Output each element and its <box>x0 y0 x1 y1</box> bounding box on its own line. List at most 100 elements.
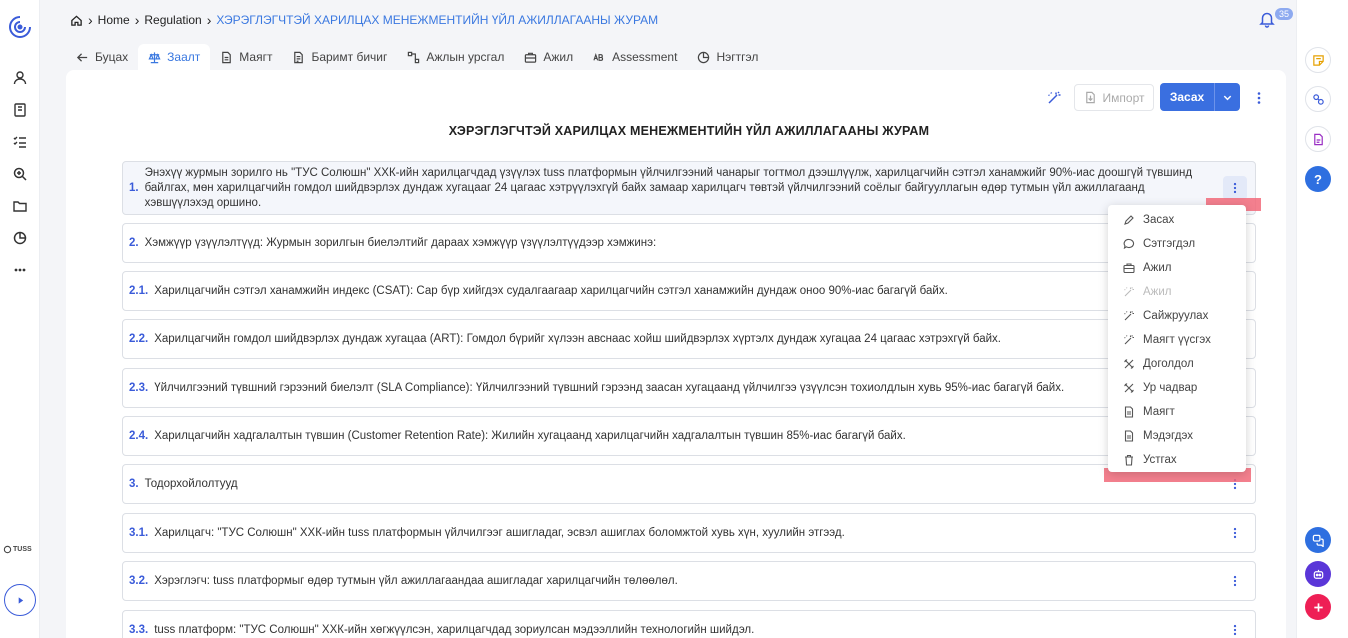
plus-icon <box>1313 602 1323 612</box>
menu-item-form[interactable]: Маягт <box>1108 400 1246 424</box>
tab-label: Буцах <box>95 50 129 64</box>
menu-item-label: Маягт <box>1143 406 1175 418</box>
brand-name: TUSS <box>13 546 32 553</box>
item-text: Энэхүү журмын зорилго нь "ТУС Солюшн" ХХ… <box>144 166 1193 209</box>
add-button[interactable] <box>1305 594 1331 620</box>
list-item[interactable]: 2.2. Харилцагчийн гомдол шийдвэрлэх дунд… <box>122 319 1256 359</box>
menu-item-improve[interactable]: Сайжруулах <box>1108 304 1246 328</box>
breadcrumb-current: ХЭРЭГЛЭГЧТЭЙ ХАРИЛЦАХ МЕНЕЖМЕНТИЙН ҮЙЛ А… <box>216 13 659 27</box>
play-icon <box>18 596 23 604</box>
tab-tasks[interactable]: Ажил <box>514 44 583 70</box>
menu-item-label: Ажил <box>1143 262 1172 274</box>
list-item[interactable]: 1. Энэхүү журмын зорилго нь "ТУС Солюшн"… <box>122 161 1256 215</box>
chevron-right-icon: › <box>206 12 212 28</box>
magic-wand-icon[interactable] <box>1046 90 1062 106</box>
item-more-button[interactable] <box>1223 569 1247 593</box>
notification-count-badge: 35 <box>1275 8 1294 20</box>
breadcrumb-section[interactable]: Regulation <box>144 13 201 27</box>
item-number: 3.2. <box>129 574 149 587</box>
menu-item-create-form[interactable]: Маягт үүсгэх <box>1108 328 1246 352</box>
tab-back[interactable]: Буцах <box>66 44 138 70</box>
left-sidebar: TUSS <box>0 0 40 638</box>
chart-pie-icon[interactable] <box>12 230 28 246</box>
bell-icon[interactable] <box>1258 10 1276 28</box>
checklist-icon[interactable] <box>12 134 28 150</box>
chevron-right-icon: › <box>134 12 140 28</box>
item-text: Харилцагчийн гомдол шийдвэрлэх дундаж ху… <box>154 332 1001 345</box>
link-icon <box>1312 93 1324 105</box>
menu-item-label: Ур чадвар <box>1143 382 1198 394</box>
more-vertical-icon[interactable] <box>1251 90 1267 106</box>
breadcrumb-home[interactable]: Home <box>98 13 130 27</box>
menu-item-label: Сэтгэгдэл <box>1143 238 1196 250</box>
more-vertical-icon <box>1233 575 1237 587</box>
tab-label: Заалт <box>167 50 201 64</box>
tab-zaalt[interactable]: Заалт <box>138 44 211 70</box>
item-text: Үйлчилгээний түвшний гэрээний биелэлт (S… <box>154 381 1065 394</box>
list-item[interactable]: 3. Тодорхойлолтууд <box>122 464 1256 504</box>
help-button[interactable]: ? <box>1305 166 1331 192</box>
more-vertical-icon <box>1233 527 1237 539</box>
home-icon[interactable] <box>70 14 83 27</box>
list-item[interactable]: 2. Хэмжүүр үзүүлэлтүүд: Журмын зорилгын … <box>122 223 1256 263</box>
book-icon[interactable] <box>12 102 28 118</box>
menu-item-label: Сайжруулах <box>1143 310 1209 322</box>
tab-assessment[interactable]: Assessment <box>583 44 687 70</box>
import-button[interactable]: Импорт <box>1074 84 1154 111</box>
menu-item-label: Доголдол <box>1143 358 1194 370</box>
menu-item-task[interactable]: Ажил <box>1108 256 1246 280</box>
tools-icon <box>1124 359 1134 369</box>
chevron-down-icon[interactable] <box>1215 92 1240 103</box>
item-text: Хэрэглэгч: tuss платформыг өдөр тутмын ү… <box>154 574 678 587</box>
tab-workflow[interactable]: Ажлын урсгал <box>397 44 514 70</box>
magic-wand-icon <box>1124 335 1134 345</box>
scale-icon <box>148 51 161 63</box>
menu-item-edit[interactable]: Засах <box>1108 208 1246 232</box>
item-number: 2.4. <box>129 429 149 442</box>
chevron-right-icon: › <box>88 12 93 28</box>
more-horizontal-icon[interactable] <box>12 262 28 278</box>
robot-button[interactable] <box>1305 561 1331 587</box>
more-vertical-icon <box>1233 624 1237 636</box>
document-import-icon <box>1085 91 1095 104</box>
comment-icon <box>1123 238 1135 250</box>
list-item[interactable]: 3.1. Харилцагч: "ТУС Солюшн" ХХК-ийн tus… <box>122 513 1256 553</box>
item-number: 1. <box>129 181 139 194</box>
file-pdf-icon <box>1313 133 1323 145</box>
menu-item-notify[interactable]: Мэдэгдэх <box>1108 424 1246 448</box>
list-item[interactable]: 3.3. tuss платформ: "ТУС Солюшн" ХХК-ийн… <box>122 610 1256 638</box>
list-item[interactable]: 2.4. Харилцагчийн хадгалалтын түвшин (Cu… <box>122 416 1256 456</box>
menu-item-comment[interactable]: Сэтгэгдэл <box>1108 232 1246 256</box>
notes-button[interactable] <box>1305 47 1331 73</box>
pdf-button[interactable] <box>1305 126 1331 152</box>
tab-form[interactable]: Маягт <box>210 44 282 70</box>
document-icon <box>1124 430 1134 442</box>
tab-label: Ажил <box>543 50 574 64</box>
tab-documents[interactable]: Баримт бичиг <box>282 44 397 70</box>
abc-icon <box>593 52 604 61</box>
robot-icon <box>1313 569 1323 579</box>
expand-sidebar-button[interactable] <box>4 584 36 616</box>
item-number: 3.1. <box>129 526 149 539</box>
menu-item-delete[interactable]: Устгах <box>1108 448 1246 472</box>
list-item[interactable]: 3.2. Хэрэглэгч: tuss платформыг өдөр тут… <box>122 561 1256 601</box>
item-more-button[interactable] <box>1223 521 1247 545</box>
item-text: tuss платформ: "ТУС Солюшн" ХХК-ийн хөгж… <box>154 623 755 636</box>
edit-button[interactable]: Засах <box>1160 83 1240 111</box>
item-more-button[interactable] <box>1223 176 1247 200</box>
menu-item-defect[interactable]: Доголдол <box>1108 352 1246 376</box>
tab-summary[interactable]: Нэгтгэл <box>687 44 768 70</box>
list-item[interactable]: 2.1. Харилцагчийн сэтгэл ханамжийн индек… <box>122 271 1256 311</box>
link-button[interactable] <box>1305 86 1331 112</box>
tools-icon <box>1124 383 1134 393</box>
chat-button[interactable] <box>1305 527 1331 553</box>
search-zoom-icon[interactable] <box>12 166 28 182</box>
app-logo-icon[interactable] <box>8 14 32 42</box>
folder-icon[interactable] <box>12 198 28 214</box>
user-icon[interactable] <box>12 70 28 86</box>
help-icon: ? <box>1314 171 1322 187</box>
menu-item-skill[interactable]: Ур чадвар <box>1108 376 1246 400</box>
workflow-icon <box>408 51 420 63</box>
item-more-button[interactable] <box>1223 618 1247 638</box>
list-item[interactable]: 2.3. Үйлчилгээний түвшний гэрээний биелэ… <box>122 368 1256 408</box>
